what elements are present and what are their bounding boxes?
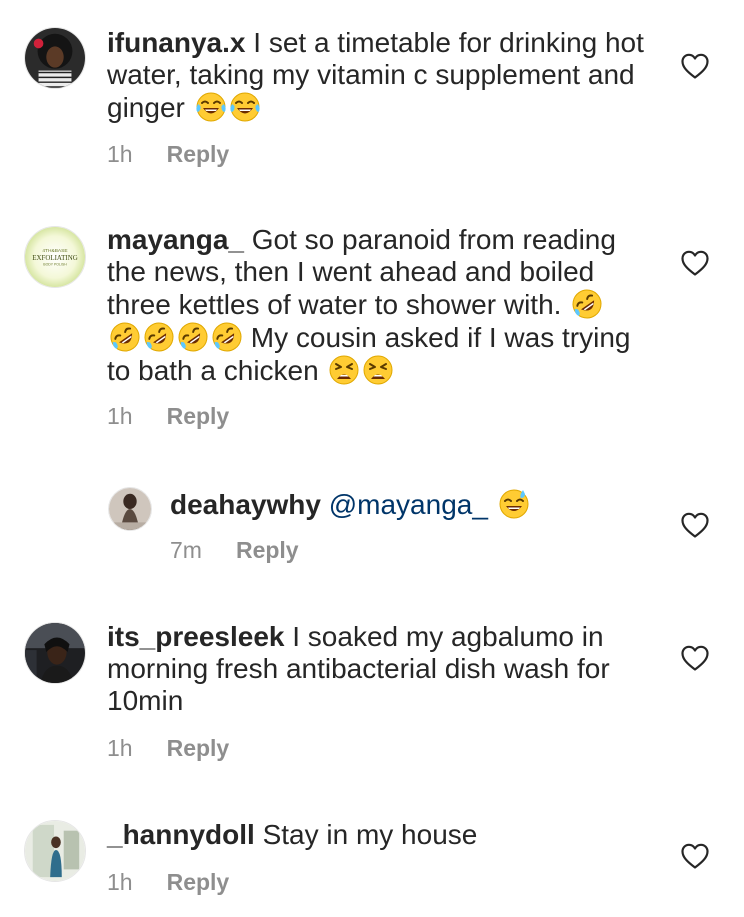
- like-heart-icon[interactable]: [681, 645, 709, 671]
- comment-meta: 1h Reply: [107, 403, 229, 429]
- avatar[interactable]: [24, 27, 86, 89]
- rolling-on-floor-laughing-emoji: [177, 321, 209, 353]
- timestamp: 1h: [107, 735, 133, 761]
- username[interactable]: its_preesleek: [107, 621, 284, 652]
- timestamp: 7m: [170, 537, 202, 563]
- avatar-photo: [25, 623, 85, 683]
- exfoliating-body-polish-logo: 4TH&BASE EXFOLIATING BODY POLISH: [25, 227, 85, 287]
- rolling-on-floor-laughing-emoji: [211, 321, 243, 353]
- comment-meta: 1h Reply: [107, 141, 229, 167]
- reply-button[interactable]: Reply: [167, 869, 230, 895]
- reply-button[interactable]: Reply: [167, 403, 230, 429]
- comment-meta: 1h Reply: [107, 869, 229, 895]
- comment-text: _hannydoll Stay in my house: [107, 819, 657, 851]
- timestamp: 1h: [107, 403, 133, 429]
- mention-link[interactable]: @mayanga_: [329, 489, 488, 520]
- comment-text: mayanga_ Got so paranoid from reading th…: [107, 224, 637, 387]
- like-heart-icon[interactable]: [681, 53, 709, 79]
- tired-face-emoji: [328, 354, 360, 386]
- avatar-photo: [109, 488, 151, 530]
- timestamp: 1h: [107, 141, 133, 167]
- username[interactable]: mayanga_: [107, 224, 244, 255]
- face-with-tears-of-joy-emoji: [229, 91, 261, 123]
- face-with-tears-of-joy-emoji: [195, 91, 227, 123]
- username[interactable]: ifunanya.x: [107, 27, 245, 58]
- comment-body: Stay in my house: [262, 819, 478, 850]
- avatar[interactable]: [24, 820, 86, 882]
- avatar-photo: [25, 821, 85, 881]
- comment-text: deahaywhy @mayanga_: [170, 488, 650, 521]
- rolling-on-floor-laughing-emoji: [571, 288, 603, 320]
- comment-text: ifunanya.x I set a timetable for drinkin…: [107, 27, 667, 124]
- avatar[interactable]: [108, 487, 152, 531]
- timestamp: 1h: [107, 869, 133, 895]
- reply-button[interactable]: Reply: [236, 537, 299, 563]
- svg-text:BODY POLISH: BODY POLISH: [43, 263, 67, 267]
- rolling-on-floor-laughing-emoji: [143, 321, 175, 353]
- username[interactable]: deahaywhy: [170, 489, 321, 520]
- like-heart-icon[interactable]: [681, 250, 709, 276]
- like-heart-icon[interactable]: [681, 843, 709, 869]
- username[interactable]: _hannydoll: [107, 819, 255, 850]
- avatar[interactable]: 4TH&BASE EXFOLIATING BODY POLISH: [24, 226, 86, 288]
- like-heart-icon[interactable]: [681, 512, 709, 538]
- avatar[interactable]: [24, 622, 86, 684]
- tired-face-emoji: [362, 354, 394, 386]
- rolling-on-floor-laughing-emoji: [109, 321, 141, 353]
- reply-button[interactable]: Reply: [167, 141, 230, 167]
- comment-meta: 1h Reply: [107, 735, 229, 761]
- reply-button[interactable]: Reply: [167, 735, 230, 761]
- grinning-face-with-sweat-emoji: [498, 488, 530, 520]
- comment-meta: 7m Reply: [170, 537, 299, 563]
- avatar-photo: [25, 28, 85, 88]
- comment-text: its_preesleek I soaked my agbalumo in mo…: [107, 621, 657, 717]
- svg-text:EXFOLIATING: EXFOLIATING: [32, 254, 78, 262]
